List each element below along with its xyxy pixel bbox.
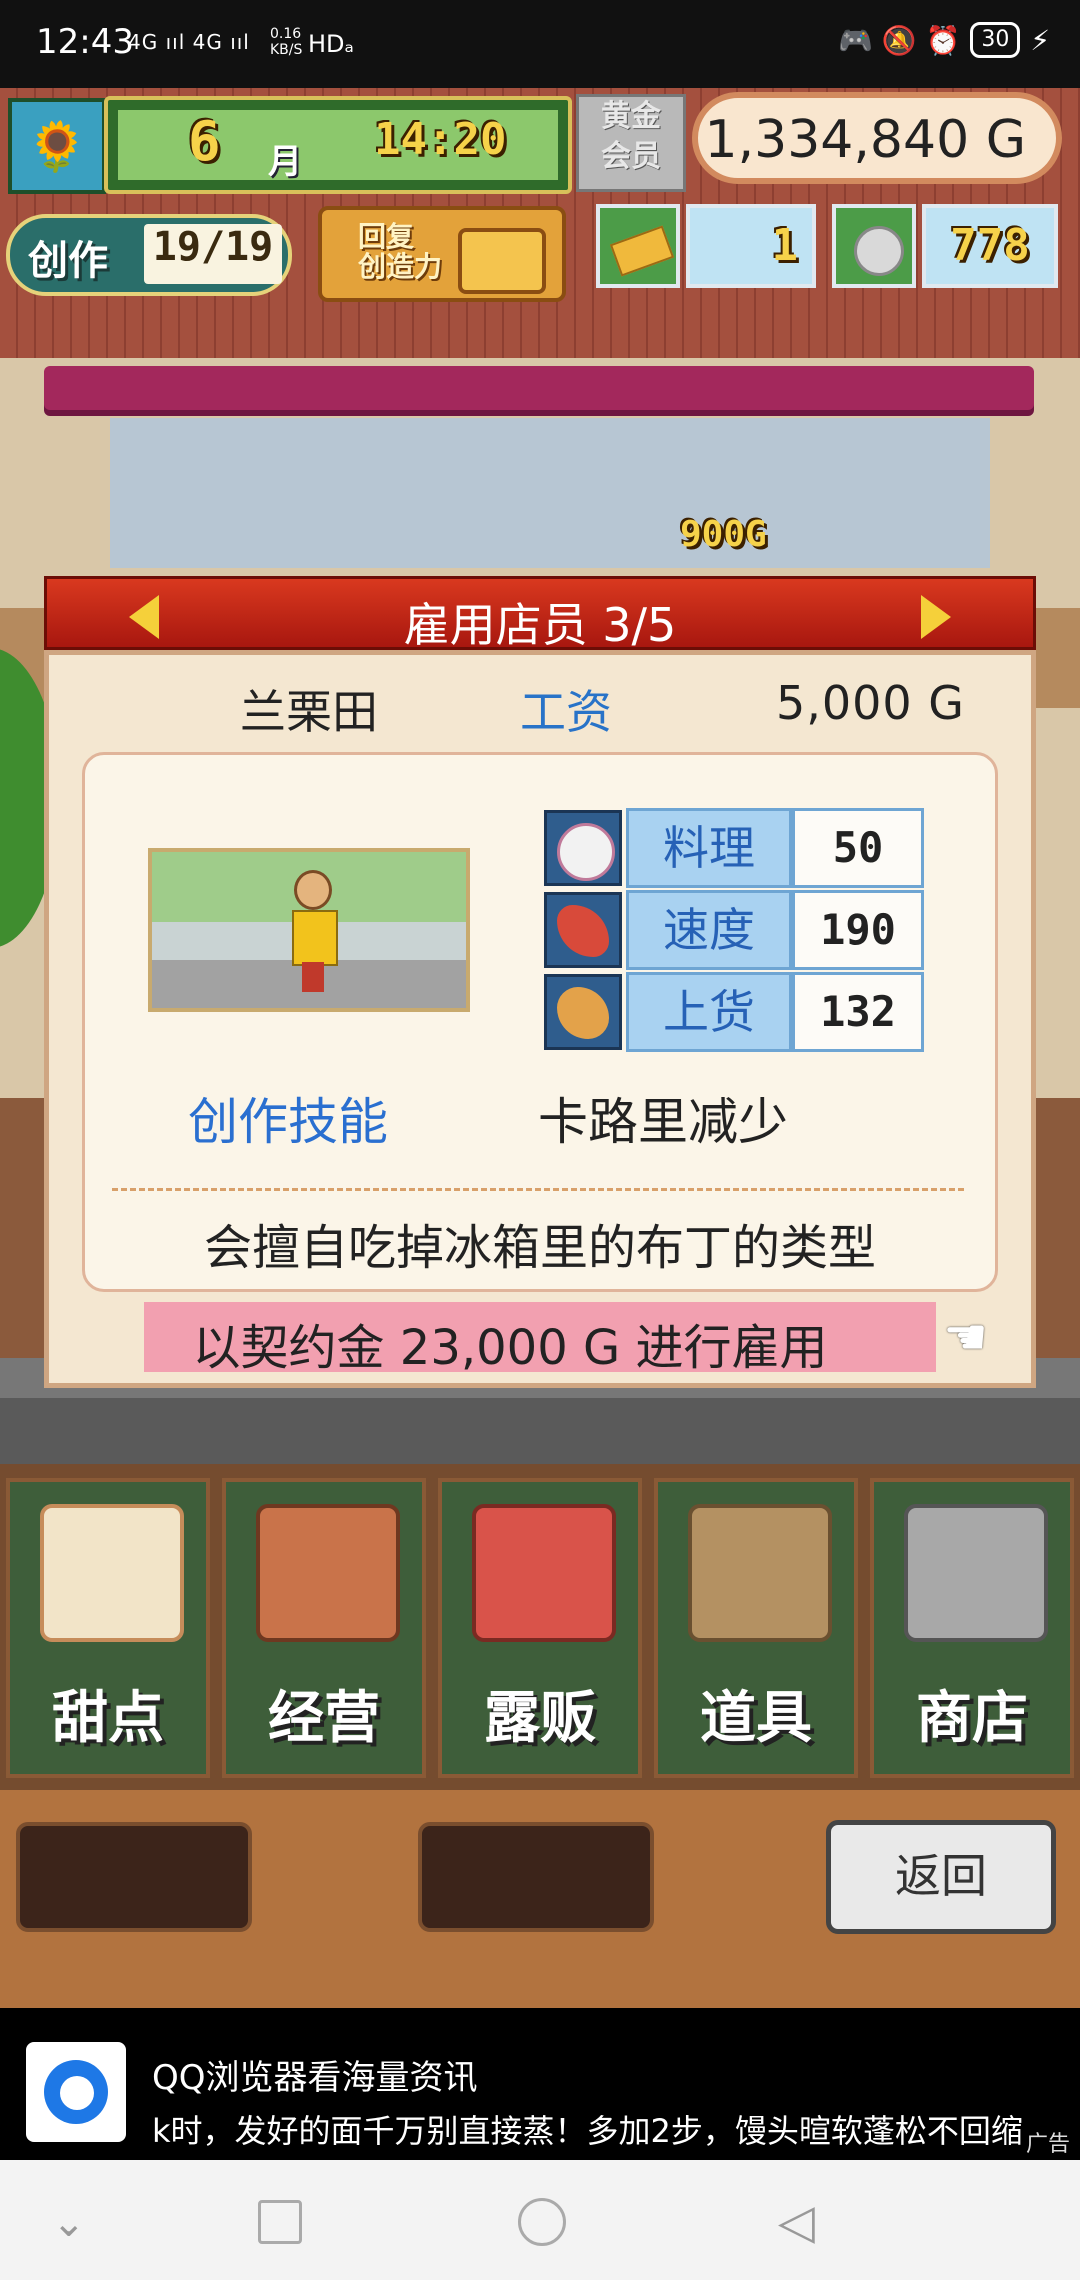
date-time-panel: 6 月 14:20 xyxy=(104,96,572,194)
status-right-icons: 🎮 🔕 ⏰ 30 ⚡ xyxy=(838,22,1050,58)
restore-creativity-button[interactable]: 回复 创造力 xyxy=(318,206,566,302)
staff-sprite xyxy=(290,870,338,998)
rocket-icon xyxy=(544,892,622,968)
month-value: 6 xyxy=(188,110,221,173)
hire-button[interactable]: 以契约金 23,000 G 进行雇用 ☚ xyxy=(144,1302,988,1376)
ticket-count: 1 xyxy=(686,204,816,288)
sunflower-avatar-icon[interactable]: 🌻 xyxy=(8,98,106,194)
menu-item-label: 甜点 xyxy=(52,1686,164,1751)
recents-icon[interactable] xyxy=(258,2200,302,2244)
dialog-header: 雇用店员 3/5 xyxy=(44,576,1036,652)
restore-label: 回复 创造力 xyxy=(358,220,443,283)
system-nav-bar: ⌄ ◁ xyxy=(0,2160,1080,2280)
back-button[interactable]: 返回 xyxy=(826,1820,1056,1934)
staff-portrait xyxy=(148,848,470,1012)
food-truck-icon xyxy=(472,1504,616,1642)
cart-icon xyxy=(904,1504,1048,1642)
hire-button-label: 以契约金 23,000 G 进行雇用 xyxy=(192,1320,828,1376)
ticket-counter[interactable]: 1 xyxy=(596,204,818,288)
clock-value: 14:20 xyxy=(374,114,507,165)
staff-name: 兰栗田 xyxy=(240,685,378,739)
medal-count: 778 xyxy=(922,204,1058,288)
stat-speed: 速度 190 xyxy=(544,890,928,970)
skill-label: 创作技能 xyxy=(188,1093,388,1151)
skill-value: 卡路里减少 xyxy=(538,1093,788,1151)
menu-item-label: 商店 xyxy=(916,1686,1028,1751)
network-speed: 0.16 KB/S xyxy=(270,26,302,58)
menu-item-label: 露贩 xyxy=(484,1686,596,1751)
empty-slot xyxy=(418,1822,654,1932)
back-nav-icon[interactable]: ◁ xyxy=(778,2194,815,2250)
gold-member-badge[interactable]: 黄金 会员 xyxy=(576,94,686,192)
network-speed-value: 0.16 xyxy=(270,26,302,42)
ad-tag: 广告 xyxy=(1025,2132,1070,2157)
charging-icon: ⚡ xyxy=(1030,23,1050,57)
staff-stats: 料理 50 速度 190 上货 132 xyxy=(544,808,928,1054)
stat-stocking: 上货 132 xyxy=(544,972,928,1052)
salary-value: 5,000 G xyxy=(776,676,965,730)
stat-label: 速度 xyxy=(626,890,792,970)
shop-icon xyxy=(256,1504,400,1642)
menu-item-store[interactable]: 商店 xyxy=(870,1478,1074,1778)
shop-window xyxy=(110,418,990,568)
items-icon xyxy=(688,1504,832,1642)
menu-item-manage[interactable]: 经营 xyxy=(222,1478,426,1778)
cooking-bowl-icon xyxy=(544,810,622,886)
stat-label: 上货 xyxy=(626,972,792,1052)
signal-icon: 4G ııl 4G ııl xyxy=(128,30,250,54)
menu-item-label: 经营 xyxy=(268,1686,380,1751)
shop-awning xyxy=(44,366,1034,410)
cake-icon xyxy=(40,1504,184,1642)
network-speed-unit: KB/S xyxy=(270,42,303,58)
menu-item-items[interactable]: 道具 xyxy=(654,1478,858,1778)
floating-price: 900G xyxy=(680,514,767,555)
main-menu: 甜点 经营 露贩 道具 商店 xyxy=(0,1464,1080,1790)
stat-value: 132 xyxy=(792,972,924,1052)
money-panel: 1,334,840 G xyxy=(692,92,1062,184)
month-unit: 月 xyxy=(268,142,302,182)
tv-icon xyxy=(458,228,546,294)
pointing-hand-icon: ☚ xyxy=(943,1308,988,1366)
stat-label: 料理 xyxy=(626,808,792,888)
chevron-down-icon[interactable]: ⌄ xyxy=(52,2200,86,2246)
divider xyxy=(112,1188,964,1191)
empty-slot xyxy=(16,1822,252,1932)
status-time: 12:43 xyxy=(36,22,134,62)
dialog-title: 雇用店员 3/5 xyxy=(403,598,677,652)
create-count: 19/19 xyxy=(144,224,282,284)
salary-label: 工资 xyxy=(520,685,612,739)
ad-text: k时，发好的面千万别直接蒸！多加2步，馒头暄软蓬松不回缩 xyxy=(152,2112,1023,2150)
status-icons: 🎮 🔕 ⏰ xyxy=(837,23,961,57)
medal-counter[interactable]: 778 xyxy=(832,204,1058,288)
status-bar: 12:43 4G ııl 4G ııl 0.16 KB/S HDₐ 🎮 🔕 ⏰ … xyxy=(0,0,1080,88)
staff-description: 会擅自吃掉冰箱里的布丁的类型 xyxy=(203,1220,876,1276)
qq-browser-icon xyxy=(26,2042,126,2142)
ad-banner[interactable]: QQ浏览器看海量资讯 k时，发好的面千万别直接蒸！多加2步，馒头暄软蓬松不回缩 … xyxy=(0,2008,1080,2160)
next-arrow-icon[interactable] xyxy=(921,595,951,639)
menu-item-dessert[interactable]: 甜点 xyxy=(6,1478,210,1778)
stat-cooking: 料理 50 xyxy=(544,808,928,888)
create-label: 创作 xyxy=(28,238,108,284)
ticket-icon xyxy=(596,204,680,288)
ad-title: QQ浏览器看海量资讯 xyxy=(152,2058,478,2098)
create-button[interactable]: 创作 19/19 xyxy=(6,214,292,296)
menu-item-label: 道具 xyxy=(700,1686,812,1751)
money-value: 1,334,840 G xyxy=(704,110,1026,170)
bread-icon xyxy=(544,974,622,1050)
stat-value: 190 xyxy=(792,890,924,970)
menu-item-stall[interactable]: 露贩 xyxy=(438,1478,642,1778)
home-icon[interactable] xyxy=(518,2198,566,2246)
bottom-panel: 返回 xyxy=(0,1790,1080,2008)
medal-icon xyxy=(832,204,916,288)
battery-icon: 30 xyxy=(970,22,1021,58)
hire-staff-dialog: 雇用店员 3/5 兰栗田 工资 5,000 G 料理 50 速度 190 上货 … xyxy=(44,576,1036,1388)
hd-indicator: HDₐ xyxy=(308,30,354,58)
stat-value: 50 xyxy=(792,808,924,888)
